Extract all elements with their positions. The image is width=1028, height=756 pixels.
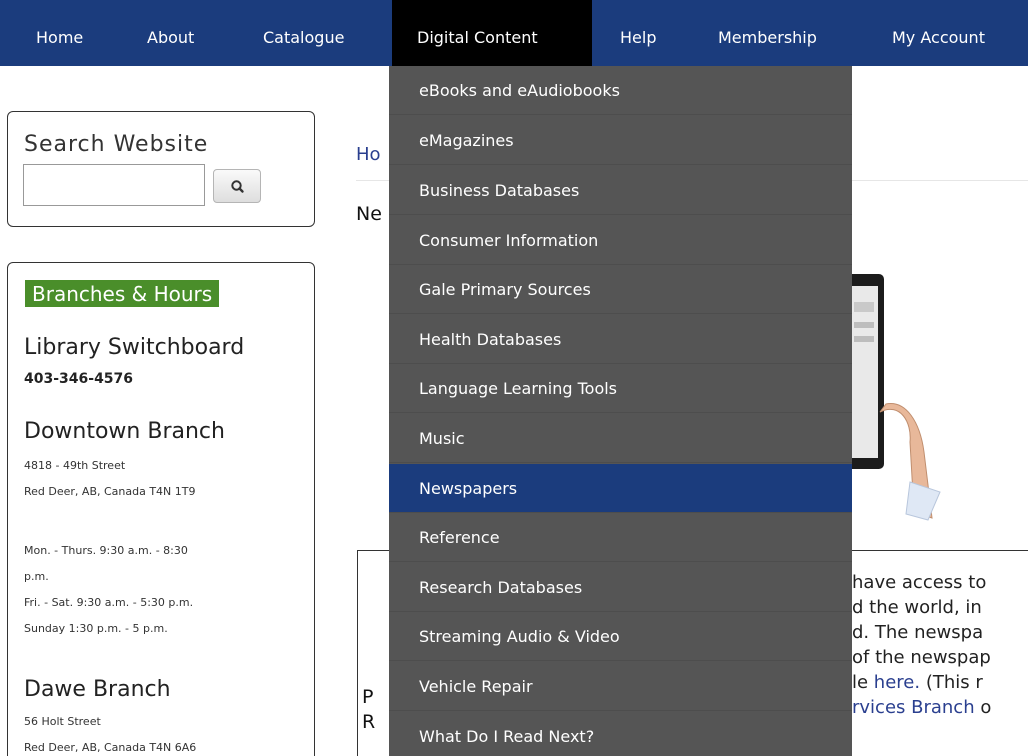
digital-content-dropdown: eBooks and eAudiobooks eMagazines Busine… [389,66,852,756]
downtown-branch-title: Downtown Branch [24,419,225,444]
info-heading-fragment: R [362,711,376,733]
switchboard-phone: 403-346-4576 [24,371,134,387]
breadcrumb[interactable]: Ho [356,144,381,165]
nav-home[interactable]: Home [36,0,83,66]
downtown-hours-line: Sunday 1:30 p.m. - 5 p.m. [24,622,168,635]
menu-item-vehicle-repair[interactable]: Vehicle Repair [389,662,852,711]
menu-item-gale[interactable]: Gale Primary Sources [389,265,852,314]
nav-about[interactable]: About [147,0,194,66]
search-icon [231,180,244,193]
info-heading-fragment: P [362,686,374,708]
dawe-branch-title: Dawe Branch [24,677,171,702]
search-title: Search Website [24,132,209,157]
downtown-address-line: Red Deer, AB, Canada T4N 1T9 [24,485,196,498]
menu-item-health-db[interactable]: Health Databases [389,315,852,364]
nav-membership[interactable]: Membership [718,0,817,66]
info-text-fragment: o [974,697,992,718]
downtown-address-line: 4818 - 49th Street [24,459,126,472]
dawe-address-line: 56 Holt Street [24,715,101,728]
menu-item-music[interactable]: Music [389,414,852,463]
info-text-line: rvices Branch o [852,697,991,718]
info-text-line: le here. (This r [852,672,983,693]
search-website-panel: Search Website [7,111,315,227]
nav-digital-content[interactable]: Digital Content [392,0,592,66]
info-text-line: d. The newspa [852,622,984,643]
menu-item-language[interactable]: Language Learning Tools [389,364,852,413]
info-text-fragment: le [852,672,874,693]
downtown-hours-line: p.m. [24,570,49,583]
menu-item-newspapers[interactable]: Newspapers [389,464,852,513]
menu-item-emagazines[interactable]: eMagazines [389,116,852,165]
nav-my-account[interactable]: My Account [892,0,985,66]
menu-item-research-db[interactable]: Research Databases [389,563,852,612]
page-title: Ne [356,203,382,225]
switchboard-title: Library Switchboard [24,335,245,360]
menu-item-what-do-i-read-next[interactable]: What Do I Read Next? [389,712,852,756]
branches-hours-panel: Branches & Hours Library Switchboard 403… [7,262,315,756]
menu-item-reference[interactable]: Reference [389,513,852,562]
info-text-line: have access to [852,572,987,593]
menu-item-business-db[interactable]: Business Databases [389,166,852,215]
services-branch-link[interactable]: rvices Branch [852,697,975,718]
menu-item-streaming[interactable]: Streaming Audio & Video [389,612,852,661]
downtown-hours-line: Fri. - Sat. 9:30 a.m. - 5:30 p.m. [24,596,194,609]
nav-catalogue[interactable]: Catalogue [263,0,344,66]
branches-hours-badge[interactable]: Branches & Hours [25,280,220,307]
dawe-address-line: Red Deer, AB, Canada T4N 6A6 [24,741,197,754]
info-text-fragment: (This r [920,672,983,693]
top-navigation: Home About Catalogue Digital Content Hel… [0,0,1028,66]
info-text-line: d the world, in [852,597,982,618]
info-text-line: of the newspap [852,647,991,668]
downtown-hours-line: Mon. - Thurs. 9:30 a.m. - 8:30 [24,544,188,557]
tablet-in-hand-image [844,274,941,521]
here-link[interactable]: here. [874,672,920,693]
nav-help[interactable]: Help [620,0,656,66]
menu-item-consumer-info[interactable]: Consumer Information [389,216,852,265]
search-button[interactable] [213,169,261,203]
search-input[interactable] [23,164,205,206]
menu-item-ebooks[interactable]: eBooks and eAudiobooks [389,66,852,115]
